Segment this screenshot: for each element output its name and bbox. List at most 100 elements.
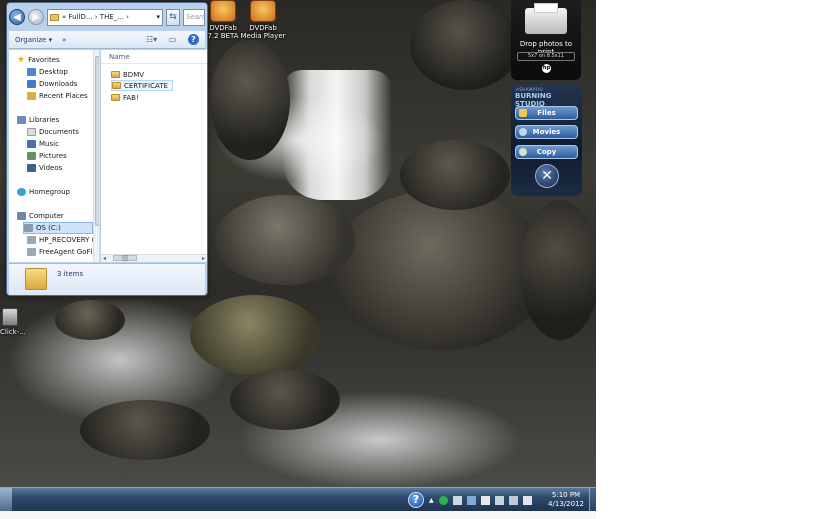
show-desktop-button[interactable] <box>589 488 596 511</box>
explorer-toolbar: Organize ▾ » ☷▾ ▭ ? <box>9 31 205 49</box>
copy-icon <box>519 148 527 156</box>
list-item[interactable]: CERTIFICATE <box>111 80 173 91</box>
close-icon[interactable]: ✕ <box>535 164 559 188</box>
explorer-titlebar[interactable]: ◀ ▶ « FullD... › THE_... › ▾ ⇆ Search <box>9 5 205 29</box>
show-hidden-icons-button[interactable]: ▲ <box>429 497 434 504</box>
drive-icon <box>24 224 33 232</box>
list-item[interactable]: FAB! <box>111 92 143 103</box>
desktop-icon-dvdfab-beta[interactable]: DVDFab 7.2 BETA <box>205 0 241 40</box>
hp-logo: hp <box>542 64 551 73</box>
paper-size-select[interactable]: 5x7 on 8.5x11 <box>517 52 575 61</box>
drive-icon <box>27 236 36 244</box>
copy-button[interactable]: Copy <box>515 145 578 159</box>
preview-pane-icon[interactable]: ▭ <box>167 35 178 45</box>
action-center-flag-icon[interactable] <box>480 495 490 505</box>
monitor-icon[interactable] <box>508 495 518 505</box>
update-icon[interactable] <box>466 495 476 505</box>
network-icon[interactable] <box>452 495 462 505</box>
wallpaper-rock <box>230 370 340 430</box>
forward-button[interactable]: ▶ <box>28 9 44 25</box>
printer-icon <box>525 3 567 34</box>
column-header-name[interactable]: Name <box>101 50 207 64</box>
dvdfab-icon <box>210 0 236 22</box>
videos-icon <box>27 164 36 172</box>
scroll-left-arrow-icon[interactable]: ◂ <box>103 255 106 262</box>
dvdfab-player-icon <box>250 0 276 22</box>
green-status-icon[interactable] <box>438 495 448 505</box>
start-button[interactable] <box>0 488 12 511</box>
desktop-icon <box>27 68 36 76</box>
folder-icon <box>111 94 120 101</box>
screen-bottom-edge <box>0 511 596 519</box>
item-count: 3 items <box>57 270 84 278</box>
taskbar-clock[interactable]: 5:10 PM 4/13/2012 <box>546 491 586 509</box>
navigation-pane: ★ Favorites Desktop Downloads Recent Pla… <box>9 50 100 262</box>
pictures-icon <box>27 152 36 160</box>
file-list[interactable]: Name BDMV CERTIFICATE FAB! ◂ ||| ▸ <box>101 50 207 262</box>
help-icon[interactable]: ? <box>408 492 424 508</box>
wallpaper-waterfall <box>282 70 392 200</box>
folder-icon <box>112 82 121 89</box>
movies-icon <box>519 128 527 136</box>
help-icon[interactable]: ? <box>188 34 199 45</box>
nav-desktop[interactable]: Desktop <box>27 66 68 78</box>
nav-freeagent[interactable]: FreeAgent GoFle <box>27 246 97 258</box>
nav-hp-recovery[interactable]: HP_RECOVERY (I <box>27 234 96 246</box>
recent-places-icon <box>27 92 36 100</box>
nav-recent-places[interactable]: Recent Places <box>27 90 88 102</box>
star-icon: ★ <box>17 55 26 65</box>
search-input[interactable]: Search <box>183 8 205 26</box>
wallpaper-rock <box>215 195 355 285</box>
scrollbar-thumb[interactable] <box>95 56 99 226</box>
documents-icon <box>27 128 36 136</box>
nav-music[interactable]: Music <box>27 138 59 150</box>
chevron-down-icon[interactable]: ▾ <box>156 13 162 21</box>
nav-downloads[interactable]: Downloads <box>27 78 77 90</box>
device-icon[interactable] <box>494 495 504 505</box>
back-button[interactable]: ◀ <box>9 9 25 25</box>
folder-icon <box>111 71 120 78</box>
wallpaper-rock <box>330 190 550 350</box>
organize-menu[interactable]: Organize ▾ <box>15 36 52 44</box>
nav-libraries[interactable]: Libraries <box>17 114 59 126</box>
hp-print-gadget[interactable]: Drop photos to print 5x7 on 8.5x11 hp <box>511 0 581 80</box>
list-item[interactable]: BDMV <box>111 69 148 80</box>
wallpaper-rock <box>55 300 125 340</box>
computer-icon <box>17 212 26 220</box>
refresh-button[interactable]: ⇆ <box>166 8 180 26</box>
toolbar-overflow[interactable]: » <box>62 36 66 44</box>
burning-studio-gadget: ASHAMPOO BURNING STUDIO Files Movies Cop… <box>511 84 582 196</box>
nav-homegroup[interactable]: Homegroup <box>17 186 70 198</box>
paper-icon <box>534 3 558 13</box>
wallpaper-rock <box>190 295 320 375</box>
nav-favorites[interactable]: ★ Favorites <box>17 54 60 66</box>
desktop-icon-click[interactable]: Click-... <box>0 308 26 336</box>
system-tray: ? ▲ <box>408 490 532 510</box>
horizontal-scrollbar[interactable]: ◂ ||| ▸ <box>101 254 207 262</box>
nav-documents[interactable]: Documents <box>27 126 79 138</box>
nav-videos[interactable]: Videos <box>27 162 62 174</box>
folder-icon <box>50 13 59 21</box>
navigation-scrollbar[interactable] <box>93 50 99 262</box>
movies-button[interactable]: Movies <box>515 125 578 139</box>
desktop-icon-dvdfab-player[interactable]: DVDFab Media Player <box>240 0 286 40</box>
scrollbar-grip[interactable]: ||| <box>113 255 137 262</box>
files-button[interactable]: Files <box>515 106 578 120</box>
view-options-icon[interactable]: ☷▾ <box>146 35 157 45</box>
screen: DVDFab 7.2 BETA DVDFab Media Player Clic… <box>0 0 830 519</box>
address-path: « FullD... › THE_... › <box>62 13 129 21</box>
explorer-window[interactable]: ◀ ▶ « FullD... › THE_... › ▾ ⇆ Search Or… <box>6 2 208 296</box>
folder-icon <box>25 268 47 290</box>
wallpaper-rock <box>520 200 596 340</box>
nav-os-drive[interactable]: OS (C:) <box>23 222 93 234</box>
details-pane: 3 items <box>9 263 205 295</box>
recycle-app-icon <box>2 308 18 326</box>
address-bar[interactable]: « FullD... › THE_... › ▾ <box>47 8 163 26</box>
volume-icon[interactable] <box>522 495 532 505</box>
scroll-right-arrow-icon[interactable]: ▸ <box>202 255 205 262</box>
libraries-icon <box>17 116 26 124</box>
nav-computer[interactable]: Computer <box>17 210 64 222</box>
nav-pictures[interactable]: Pictures <box>27 150 67 162</box>
wallpaper-rock <box>410 0 520 90</box>
music-icon <box>27 140 36 148</box>
